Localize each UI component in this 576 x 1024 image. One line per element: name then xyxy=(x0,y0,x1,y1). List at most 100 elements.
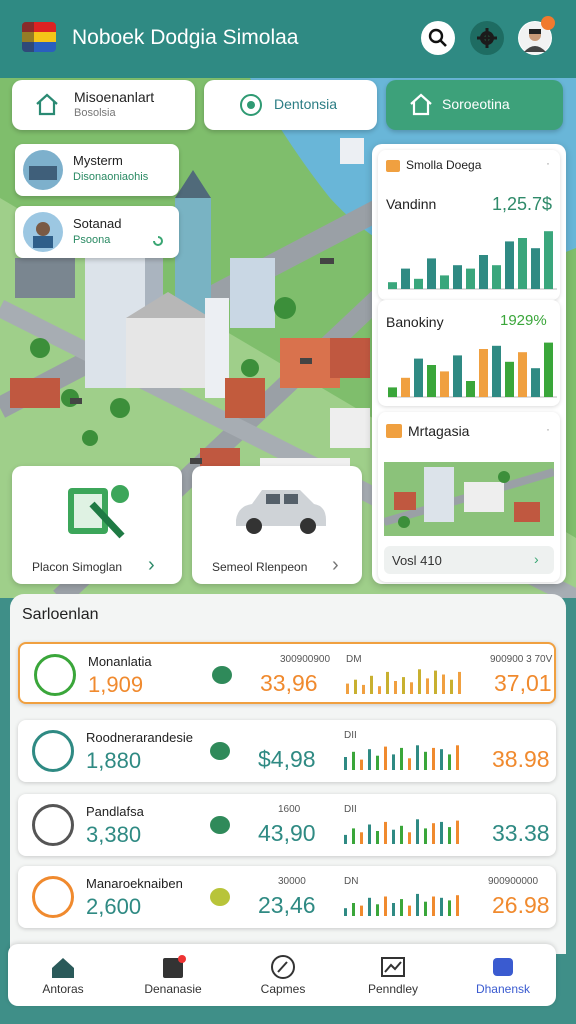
stat-sub1: 30000 xyxy=(278,876,306,887)
sparkline-bar xyxy=(440,821,443,844)
stat-name: Manaroeknaiben xyxy=(86,876,183,891)
stat-row[interactable]: Monanlatia 1,909 300900900 33,96 DM 900900 3 … xyxy=(18,642,556,704)
footer-value: Vosl 410 xyxy=(392,553,442,568)
notification-badge xyxy=(541,16,555,30)
chart-bar xyxy=(427,365,436,397)
map-label: Mrtagasia xyxy=(408,423,470,439)
stat-sparkline xyxy=(344,745,459,770)
stat-amount: 43,90 xyxy=(258,820,316,846)
chart-bar xyxy=(492,345,501,397)
chevron-right-icon: › xyxy=(534,551,539,567)
tab-capmes[interactable]: Capmes xyxy=(228,944,338,1006)
sparkline-bar xyxy=(378,686,381,694)
stat-row[interactable]: Manaroeknaiben 2,600 30000 23,46 DN 900900000… xyxy=(18,866,556,928)
chart-bar xyxy=(544,231,553,289)
sparkline-bar xyxy=(344,834,347,844)
chart-bar xyxy=(479,349,488,397)
sparkline-bar xyxy=(434,670,437,694)
nav-card-soroeotina[interactable]: Soroeotina xyxy=(386,80,563,130)
sparkline-bar xyxy=(448,827,451,844)
sparkline-bar xyxy=(400,825,403,844)
chart-bar xyxy=(531,248,540,289)
stat-sub3: 900900 3 70V xyxy=(490,654,553,665)
toggle-icon[interactable] xyxy=(210,888,230,906)
sparkline-bar xyxy=(400,899,403,916)
panel-chart-card-2: Banokiny 1929% xyxy=(378,300,560,406)
sparkline-bar xyxy=(344,757,347,770)
search-button[interactable] xyxy=(421,21,455,55)
sparkline-bar xyxy=(386,671,389,694)
stats-title: Sarloenlan xyxy=(22,606,99,623)
tab-denanasie[interactable]: Denanasie xyxy=(118,944,228,1006)
mini-card-sotanad[interactable]: Sotanad Psoona xyxy=(15,206,179,258)
chart-bar xyxy=(401,268,410,289)
stat-sub1: 1600 xyxy=(278,804,301,815)
toggle-icon[interactable] xyxy=(210,742,230,760)
sparkline-bar xyxy=(426,678,429,694)
home-icon xyxy=(36,93,58,116)
sparkline-bar xyxy=(360,905,363,916)
mini-card-mysterm[interactable]: Mysterm Disonaoniaohis xyxy=(15,144,179,196)
tab-dhanensk[interactable]: Dhanensk xyxy=(448,944,558,1006)
chart-bar xyxy=(414,358,423,397)
sparkline-bar xyxy=(368,824,371,844)
refresh-icon[interactable] xyxy=(151,234,165,248)
tab-antoras[interactable]: Antoras xyxy=(8,944,118,1006)
home-icon xyxy=(52,958,74,978)
city-card-label: Placon Simoglan xyxy=(32,560,123,574)
stat-row[interactable]: Roodnerarandesie 1,880 $4,98 DII 38.98 xyxy=(18,720,556,782)
city-card-rlenpeon[interactable]: Semeol Rlenpeon › xyxy=(192,466,362,584)
chart-bar xyxy=(388,282,397,289)
sparkline-bar xyxy=(352,903,355,916)
sparkline-bar xyxy=(376,904,379,916)
sparkline-bar xyxy=(368,897,371,916)
sparkline-bar xyxy=(384,896,387,916)
stat-right-value: 38.98 xyxy=(492,746,550,772)
building-icon xyxy=(32,804,74,846)
tab-penndley[interactable]: Penndley xyxy=(338,944,448,1006)
panel-map-card: Mrtagasia · Vosl 410 › xyxy=(378,412,560,582)
settings-button[interactable] xyxy=(470,21,504,55)
nav-card-main-title: Misoenanlart xyxy=(74,89,155,105)
plant-icon xyxy=(32,730,74,772)
stat-value: 2,600 xyxy=(86,894,142,919)
toggle-icon[interactable] xyxy=(210,816,230,834)
sparkline-bar xyxy=(458,671,461,694)
sparkline-bar xyxy=(432,823,435,844)
chevron-right-icon: › xyxy=(332,554,339,576)
footer-field[interactable]: Vosl 410 › xyxy=(384,546,554,574)
sparkline-bar xyxy=(410,682,413,694)
bar-chart-2 xyxy=(388,342,557,398)
chart-bar xyxy=(531,368,540,397)
sparkline-bar xyxy=(416,819,419,844)
sparkline-bar xyxy=(354,679,357,694)
chart-bar xyxy=(440,371,449,397)
map-thumbnail[interactable] xyxy=(384,462,554,536)
sparkline-bar xyxy=(402,677,405,694)
stat-sparkline xyxy=(346,669,461,694)
sparkline-bar xyxy=(400,747,403,770)
stat-row[interactable]: Pandlafsa 3,380 1600 43,90 DII 33.38 xyxy=(18,794,556,856)
chart1-label: Vandinn xyxy=(386,196,437,212)
more-icon[interactable]: · xyxy=(546,156,550,170)
chart-bar xyxy=(544,342,553,397)
gear-icon xyxy=(477,28,497,48)
nav-card-main[interactable]: Misoenanlart Bosolsia xyxy=(12,80,195,130)
sparkline-bar xyxy=(360,759,363,770)
more-icon[interactable]: · xyxy=(546,422,550,436)
sparkline-bar xyxy=(418,669,421,694)
stat-value: 1,880 xyxy=(86,748,142,773)
stat-name: Pandlafsa xyxy=(86,804,144,819)
nav-card-soroeotina-label: Soroeotina xyxy=(442,96,510,112)
nav-card-dentonsia[interactable]: Dentonsia xyxy=(204,80,377,130)
toggle-icon[interactable] xyxy=(212,666,232,684)
mini-card-subtitle: Disonaoniaohis xyxy=(73,171,149,183)
stat-sub2: DII xyxy=(344,730,357,741)
sparkline-bar xyxy=(370,675,373,694)
sparkline-bar xyxy=(440,749,443,770)
city-card-simoglan[interactable]: Placon Simoglan › xyxy=(12,466,182,584)
panel-chart-card-1: Smolla Doega · Vandinn 1,25.7$ xyxy=(378,150,560,300)
sparkline-bar xyxy=(352,751,355,770)
bar-chart-1 xyxy=(388,231,557,290)
app-header: Noboek Dodgia Simolaa xyxy=(0,0,576,78)
